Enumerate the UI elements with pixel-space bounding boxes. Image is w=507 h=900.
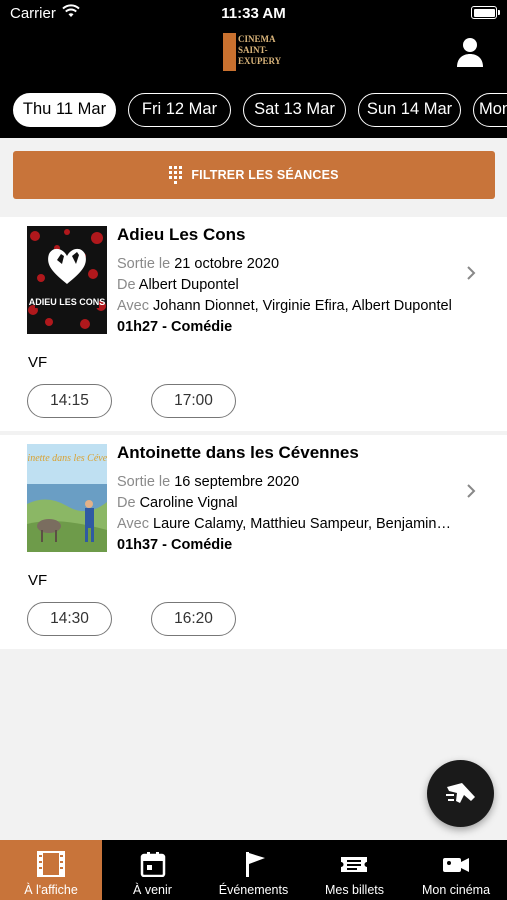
chevron-right-icon <box>467 266 476 280</box>
app-header: Carrier 11:33 AM CINEMA SAINT- EXUPERY T… <box>0 0 507 138</box>
movie-duration-genre: 01h27 - Comédie <box>117 319 233 335</box>
cast-label: Avec <box>117 298 149 314</box>
release-label: Sortie le <box>117 256 171 272</box>
showtimes-section: VF 14:15 17:00 <box>0 344 507 431</box>
date-pill-mon-15[interactable]: Mon 15 Mar <box>473 93 507 127</box>
battery-icon <box>471 6 500 19</box>
ticket-icon <box>341 857 367 872</box>
camera-icon <box>443 858 469 872</box>
chevron-right-icon <box>467 484 476 498</box>
tab-label: Mon cinéma <box>421 883 491 897</box>
status-time: 11:33 AM <box>221 5 286 22</box>
date-pill-fri-12[interactable]: Fri 12 Mar <box>128 93 231 127</box>
movie-duration-genre: 01h37 - Comédie <box>117 537 233 553</box>
movie-release-line: Sortie le 21 octobre 2020 <box>117 256 279 272</box>
tab-a-venir[interactable]: À venir <box>102 840 203 900</box>
date-pill-thu-11[interactable]: Thu 11 Mar <box>13 93 116 127</box>
date-pill-sat-13[interactable]: Sat 13 Mar <box>243 93 346 127</box>
showtimes-section: VF 14:30 16:20 <box>0 562 507 649</box>
tab-label: À l'affiche <box>24 883 78 897</box>
tab-label: Mes billets <box>324 883 385 897</box>
flag-icon <box>246 852 265 877</box>
date-selector: Thu 11 Mar Fri 12 Mar Sat 13 Mar Sun 14 … <box>0 91 507 131</box>
tab-mes-billets[interactable]: Mes billets <box>304 840 405 900</box>
showtime-button[interactable]: 14:15 <box>27 384 112 418</box>
film-icon <box>37 851 65 877</box>
cast-names: Johann Dionnet, Virginie Efira, Albert D… <box>153 298 452 314</box>
poster-title-text: Antoinette dans les Cévennes <box>27 453 107 464</box>
filter-label: FILTRER LES SÉANCES <box>191 168 339 182</box>
movie-director-line: De Albert Dupontel <box>117 277 239 293</box>
movie-cast-line: Avec Johann Dionnet, Virginie Efira, Alb… <box>117 298 452 314</box>
grid-filter-icon <box>169 166 183 184</box>
release-date: 16 septembre 2020 <box>174 474 300 490</box>
filter-showtimes-button[interactable]: FILTRER LES SÉANCES <box>13 151 495 199</box>
status-bar: Carrier 11:33 AM <box>0 0 507 28</box>
director-label: De <box>117 277 136 293</box>
version-label: VF <box>28 572 48 589</box>
tab-evenements[interactable]: Événements <box>203 840 304 900</box>
calendar-icon <box>140 852 166 877</box>
director-name: Albert Dupontel <box>138 277 239 293</box>
bottom-tab-bar: À l'affiche À venir Événements Mes bille… <box>0 840 507 900</box>
movie-poster-image: Antoinette dans les Cévennes <box>27 444 107 552</box>
showtime-button[interactable]: 14:30 <box>27 602 112 636</box>
director-name: Caroline Vignal <box>139 495 238 511</box>
movie-poster-image: ADIEU LES CONS <box>27 226 107 334</box>
movie-cast-line: Avec Laure Calamy, Matthieu Sampeur, Ben… <box>117 516 454 532</box>
tab-mon-cinema[interactable]: Mon cinéma <box>405 840 507 900</box>
tab-label: À venir <box>133 883 172 897</box>
director-label: De <box>117 495 136 511</box>
movie-title: Antoinette dans les Cévennes <box>117 443 359 462</box>
logo-text: CINEMA SAINT- EXUPERY <box>238 34 282 66</box>
date-pill-sun-14[interactable]: Sun 14 Mar <box>358 93 461 127</box>
tab-label: Événements <box>218 883 289 897</box>
cast-label: Avec <box>117 516 149 532</box>
movie-director-line: De Caroline Vignal <box>117 495 238 511</box>
poster-title-text: ADIEU LES CONS <box>29 297 106 307</box>
user-profile-icon[interactable] <box>455 36 485 68</box>
movie-card-antoinette[interactable]: Antoinette dans les Cévennes Antoinette … <box>0 435 507 562</box>
tab-a-laffiche[interactable]: À l'affiche <box>0 840 102 900</box>
ticket-plane-icon <box>445 782 475 803</box>
logo-mark-icon <box>223 33 236 71</box>
release-date: 21 octobre 2020 <box>174 256 280 272</box>
release-label: Sortie le <box>117 474 171 490</box>
showtime-button[interactable]: 16:20 <box>151 602 236 636</box>
showtime-button[interactable]: 17:00 <box>151 384 236 418</box>
cinema-logo: CINEMA SAINT- EXUPERY <box>223 33 287 71</box>
movie-title: Adieu Les Cons <box>117 225 246 244</box>
movie-card-adieu-les-cons[interactable]: ADIEU LES CONS Adieu Les Cons Sortie le … <box>0 217 507 344</box>
movie-release-line: Sortie le 16 septembre 2020 <box>117 474 299 490</box>
floating-action-button[interactable] <box>427 760 494 827</box>
version-label: VF <box>28 354 48 371</box>
cast-names: Laure Calamy, Matthieu Sampeur, Benjamin… <box>153 516 454 532</box>
